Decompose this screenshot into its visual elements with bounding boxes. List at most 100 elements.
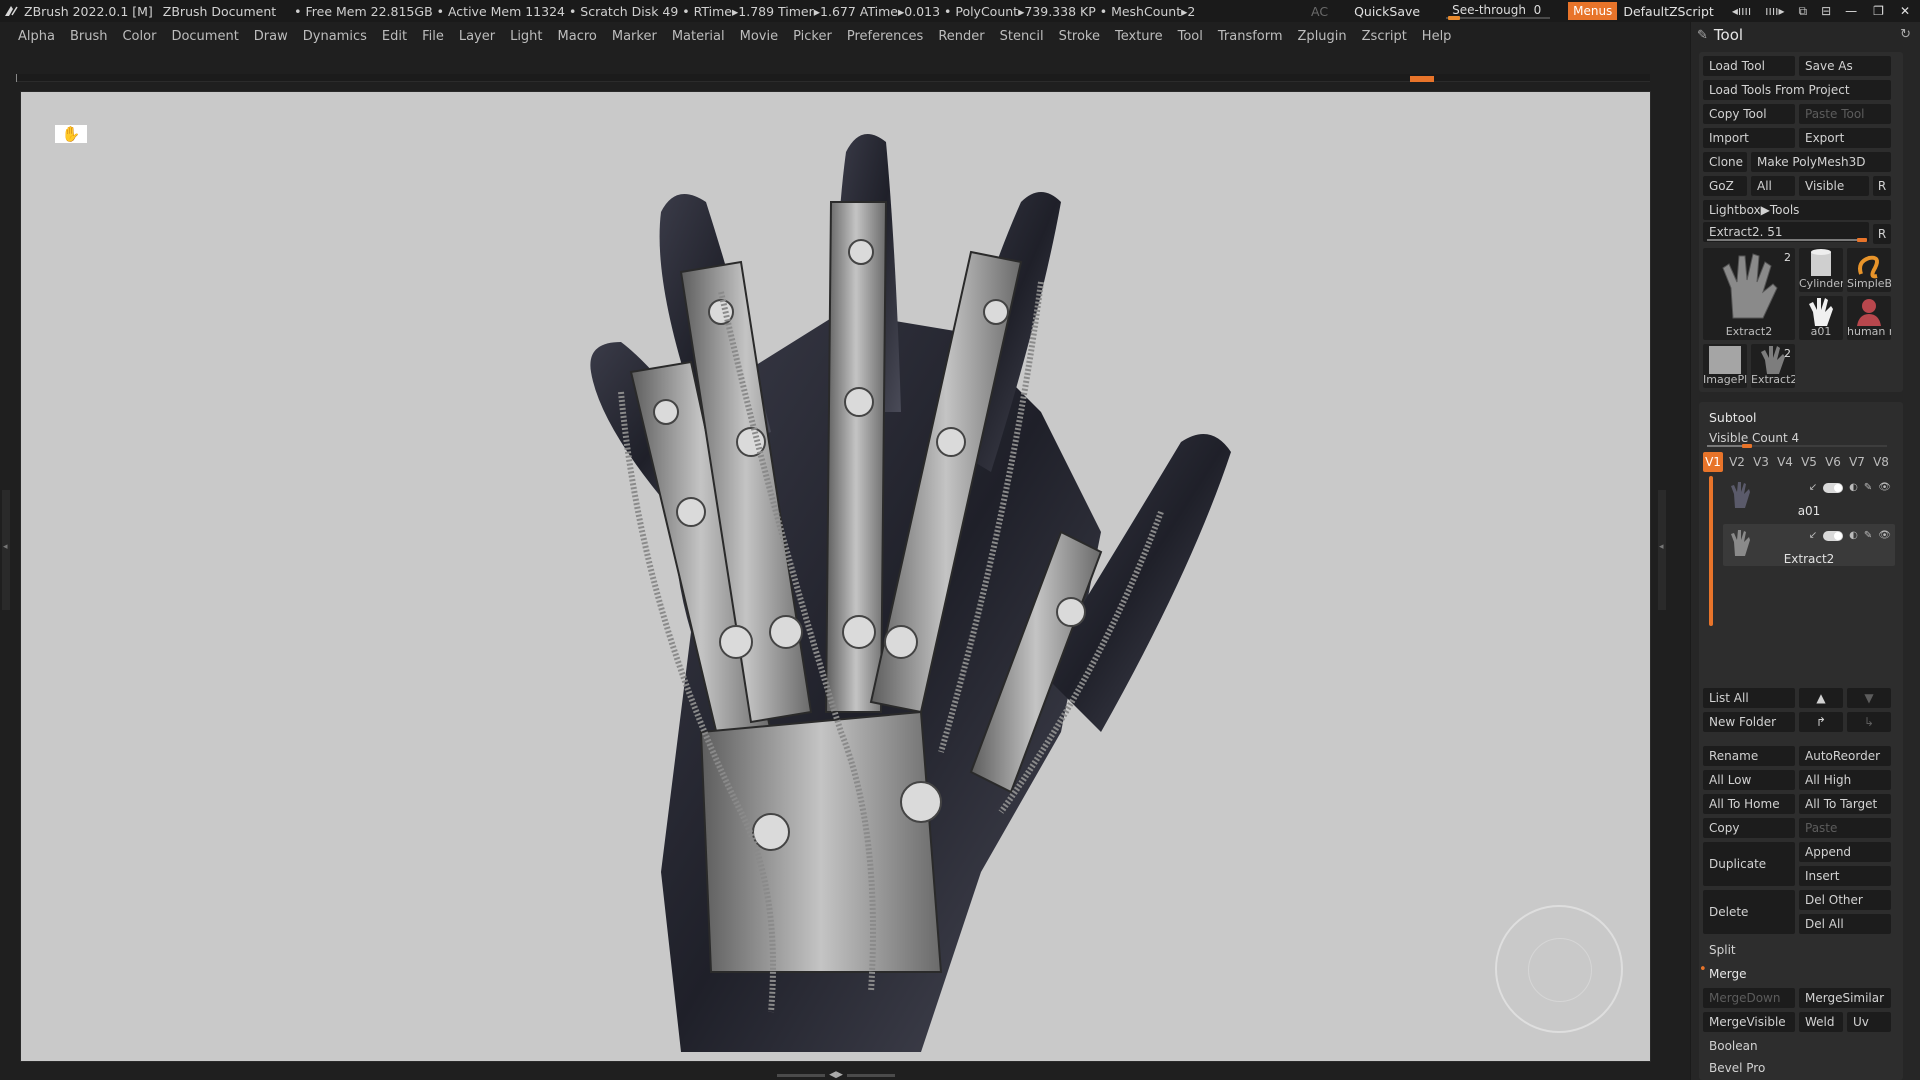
menu-stroke[interactable]: Stroke	[1059, 29, 1100, 44]
restore-icon[interactable]: ❐	[1873, 4, 1884, 18]
merge-visible-button[interactable]: MergeVisible	[1703, 1012, 1795, 1032]
append-button[interactable]: Append	[1799, 842, 1891, 862]
import-button[interactable]: Import	[1703, 128, 1795, 148]
subtool-eye-icon[interactable]: 👁	[1878, 482, 1891, 493]
lightbox-tools-button[interactable]: Lightbox▶Tools	[1703, 200, 1891, 220]
see-through-slider[interactable]: See-through 0	[1446, 2, 1551, 20]
visibility-set-v5[interactable]: V5	[1799, 452, 1819, 472]
left-tray-toggle[interactable]: ◂	[2, 490, 10, 610]
subtool-dot-icon[interactable]: ◐	[1849, 530, 1858, 541]
tool-thumb-simplebrush[interactable]: SimpleB	[1847, 248, 1891, 292]
merge-subpalette[interactable]: Merge	[1703, 964, 1891, 984]
insert-button[interactable]: Insert	[1799, 866, 1891, 886]
mechanical-hand-model[interactable]	[541, 112, 1261, 1052]
reset-icon[interactable]: ↻	[1900, 27, 1911, 42]
subtool-dot-icon[interactable]: ◐	[1849, 482, 1858, 493]
all-to-target-button[interactable]: All To Target	[1799, 794, 1891, 814]
tool-thumb-extract2-small[interactable]: 2 Extract2	[1751, 344, 1795, 388]
make-polymesh3d-button[interactable]: Make PolyMesh3D	[1751, 152, 1891, 172]
quicksave-button[interactable]: QuickSave	[1354, 4, 1420, 19]
top-shelf-marker[interactable]	[1410, 76, 1434, 82]
menu-brush[interactable]: Brush	[70, 29, 108, 44]
subtool-list-scrollbar[interactable]	[1709, 476, 1713, 626]
floating-palette-icon[interactable]: ⊟	[1821, 4, 1831, 19]
subtool-brush-icon[interactable]: ✎	[1864, 530, 1872, 541]
folder-in-icon[interactable]: ↱	[1799, 712, 1843, 732]
move-down-icon[interactable]: ▼	[1847, 688, 1891, 708]
subtool-arrow-icon[interactable]: ↙	[1809, 482, 1817, 493]
goz-r-button[interactable]: R	[1873, 176, 1891, 196]
all-to-home-button[interactable]: All To Home	[1703, 794, 1795, 814]
menu-stencil[interactable]: Stencil	[1000, 29, 1044, 44]
default-zscript-button[interactable]: DefaultZScript	[1623, 4, 1714, 19]
subtool-polypaint-toggle[interactable]	[1823, 482, 1844, 493]
visibility-set-v8[interactable]: V8	[1871, 452, 1891, 472]
subtool-item-a01[interactable]: ↙ ◐ ✎ 👁 a01	[1723, 476, 1895, 518]
bevel-pro-subpalette[interactable]: Bevel Pro	[1703, 1058, 1891, 1078]
pin-icon[interactable]: ✎	[1697, 28, 1708, 43]
paste-subtool-button[interactable]: Paste	[1799, 818, 1891, 838]
menu-preferences[interactable]: Preferences	[847, 29, 923, 44]
see-through-knob[interactable]	[1448, 16, 1461, 20]
visibility-set-v3[interactable]: V3	[1751, 452, 1771, 472]
bottom-tray-toggle[interactable]: ◀▶	[772, 1070, 900, 1080]
copy-subtool-button[interactable]: Copy	[1703, 818, 1795, 838]
tool-thumb-extract2[interactable]: 2 Extract2	[1703, 248, 1795, 340]
menu-transform[interactable]: Transform	[1218, 29, 1283, 44]
new-folder-button[interactable]: New Folder	[1703, 712, 1795, 732]
close-icon[interactable]: ✕	[1900, 4, 1910, 18]
merge-down-button[interactable]: MergeDown	[1703, 988, 1795, 1008]
menu-alpha[interactable]: Alpha	[18, 29, 55, 44]
minimize-icon[interactable]: —	[1845, 4, 1857, 18]
menu-texture[interactable]: Texture	[1115, 29, 1163, 44]
del-all-button[interactable]: Del All	[1799, 914, 1891, 934]
visible-count-knob[interactable]	[1742, 444, 1752, 448]
uv-toggle[interactable]: Uv	[1847, 1012, 1891, 1032]
visibility-set-v4[interactable]: V4	[1775, 452, 1795, 472]
list-all-button[interactable]: List All	[1703, 688, 1795, 708]
move-up-icon[interactable]: ▲	[1799, 688, 1843, 708]
subtool-arrow-icon[interactable]: ↙	[1809, 530, 1817, 541]
weld-toggle[interactable]: Weld	[1799, 1012, 1843, 1032]
menu-dynamics[interactable]: Dynamics	[303, 29, 367, 44]
layout-left-icon[interactable]: ◂ıııı	[1732, 4, 1751, 19]
tool-thumb-imageplane[interactable]: ImagePl	[1703, 344, 1747, 388]
load-tools-from-project-button[interactable]: Load Tools From Project	[1703, 80, 1891, 100]
current-tool-slider[interactable]: Extract2. 51	[1703, 222, 1869, 242]
tool-thumb-cylinder[interactable]: Cylinder	[1799, 248, 1843, 292]
subtool-item-extract2[interactable]: ↙ ◐ ✎ 👁 Extract2	[1723, 524, 1895, 566]
current-tool-slider-knob[interactable]	[1857, 238, 1867, 242]
goz-all-button[interactable]: All	[1751, 176, 1795, 196]
copy-tool-button[interactable]: Copy Tool	[1703, 104, 1795, 124]
document-canvas[interactable]: ✋	[20, 91, 1651, 1062]
goz-visible-button[interactable]: Visible	[1799, 176, 1869, 196]
menu-document[interactable]: Document	[171, 29, 238, 44]
menu-movie[interactable]: Movie	[740, 29, 778, 44]
paste-tool-button[interactable]: Paste Tool	[1799, 104, 1891, 124]
folder-out-icon[interactable]: ↳	[1847, 712, 1891, 732]
menu-help[interactable]: Help	[1422, 29, 1452, 44]
subtool-brush-icon[interactable]: ✎	[1864, 482, 1872, 493]
auto-reorder-button[interactable]: AutoReorder	[1799, 746, 1891, 766]
goz-button[interactable]: GoZ	[1703, 176, 1747, 196]
layout-right-icon[interactable]: ıııı▸	[1765, 4, 1784, 19]
merge-similar-button[interactable]: MergeSimilar	[1799, 988, 1891, 1008]
menu-light[interactable]: Light	[510, 29, 542, 44]
menu-color[interactable]: Color	[122, 29, 156, 44]
visibility-set-v2[interactable]: V2	[1727, 452, 1747, 472]
menus-toggle-button[interactable]: Menus	[1568, 2, 1618, 20]
visible-count-slider[interactable]: Visible Count 4	[1703, 428, 1891, 448]
visibility-set-v7[interactable]: V7	[1847, 452, 1867, 472]
subtool-eye-icon[interactable]: 👁	[1878, 530, 1891, 541]
menu-macro[interactable]: Macro	[558, 29, 597, 44]
menu-tool[interactable]: Tool	[1178, 29, 1203, 44]
menu-zscript[interactable]: Zscript	[1362, 29, 1407, 44]
visibility-set-v6[interactable]: V6	[1823, 452, 1843, 472]
menu-edit[interactable]: Edit	[382, 29, 407, 44]
menu-zplugin[interactable]: Zplugin	[1298, 29, 1347, 44]
subtool-polypaint-toggle[interactable]	[1823, 530, 1844, 541]
visibility-set-v1[interactable]: V1	[1703, 452, 1723, 472]
all-low-button[interactable]: All Low	[1703, 770, 1795, 790]
tool-thumb-a01[interactable]: a01	[1799, 296, 1843, 340]
rename-button[interactable]: Rename	[1703, 746, 1795, 766]
